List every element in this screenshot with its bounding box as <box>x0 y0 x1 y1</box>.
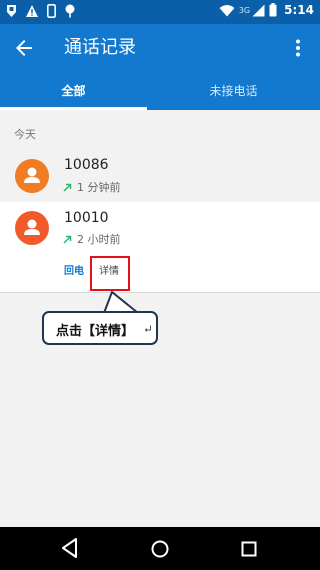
app-bar: 通话记录 <box>0 24 320 72</box>
nav-back-icon[interactable] <box>60 537 80 559</box>
phone-outline-icon <box>47 4 56 18</box>
signal-icon <box>252 4 265 16</box>
call-time: 2 小时前 <box>77 233 121 246</box>
more-vert-icon[interactable] <box>286 36 310 60</box>
network-type: 3G <box>238 5 251 15</box>
tab-indicator <box>0 107 147 110</box>
clock: 5:14 <box>284 3 314 17</box>
expanded-actions-panel <box>0 250 320 292</box>
return-mark-icon <box>144 325 151 332</box>
divider <box>0 292 320 293</box>
call-back-button[interactable]: 回电 <box>64 262 84 277</box>
warning-icon <box>26 5 38 17</box>
tab-all[interactable]: 全部 <box>0 72 147 110</box>
page-title: 通话记录 <box>64 37 136 58</box>
battery-icon <box>269 3 277 17</box>
call-time: 1 分钟前 <box>77 181 121 194</box>
navigation-bar <box>0 527 320 570</box>
call-meta: 2 小时前 <box>62 231 121 247</box>
tree-icon <box>65 4 75 18</box>
person-icon <box>24 167 40 183</box>
avatar <box>15 159 49 193</box>
phone-number: 10086 <box>64 157 109 173</box>
call-meta: 1 分钟前 <box>62 179 121 195</box>
nav-home-icon[interactable] <box>150 539 170 559</box>
phone-number: 10010 <box>64 210 109 226</box>
highlight-box <box>90 256 130 291</box>
avatar <box>15 211 49 245</box>
shield-icon <box>7 5 16 17</box>
person-icon <box>24 219 40 235</box>
status-bar: 3G 5:14 <box>0 0 320 24</box>
arrow-back-icon[interactable] <box>12 36 36 60</box>
section-header-today: 今天 <box>14 128 36 141</box>
nav-recent-apps-icon[interactable] <box>241 541 257 557</box>
tab-bar: 全部 未接电话 <box>0 72 320 110</box>
tab-missed-calls[interactable]: 未接电话 <box>147 72 320 110</box>
outgoing-call-icon <box>63 235 72 244</box>
instruction-callout: 点击【详情】 <box>42 311 158 345</box>
callout-text: 点击【详情】 <box>56 324 135 339</box>
outgoing-call-icon <box>63 183 72 192</box>
wifi-icon <box>219 4 235 16</box>
call-log-row[interactable]: 10086 1 分钟前 <box>0 146 320 202</box>
